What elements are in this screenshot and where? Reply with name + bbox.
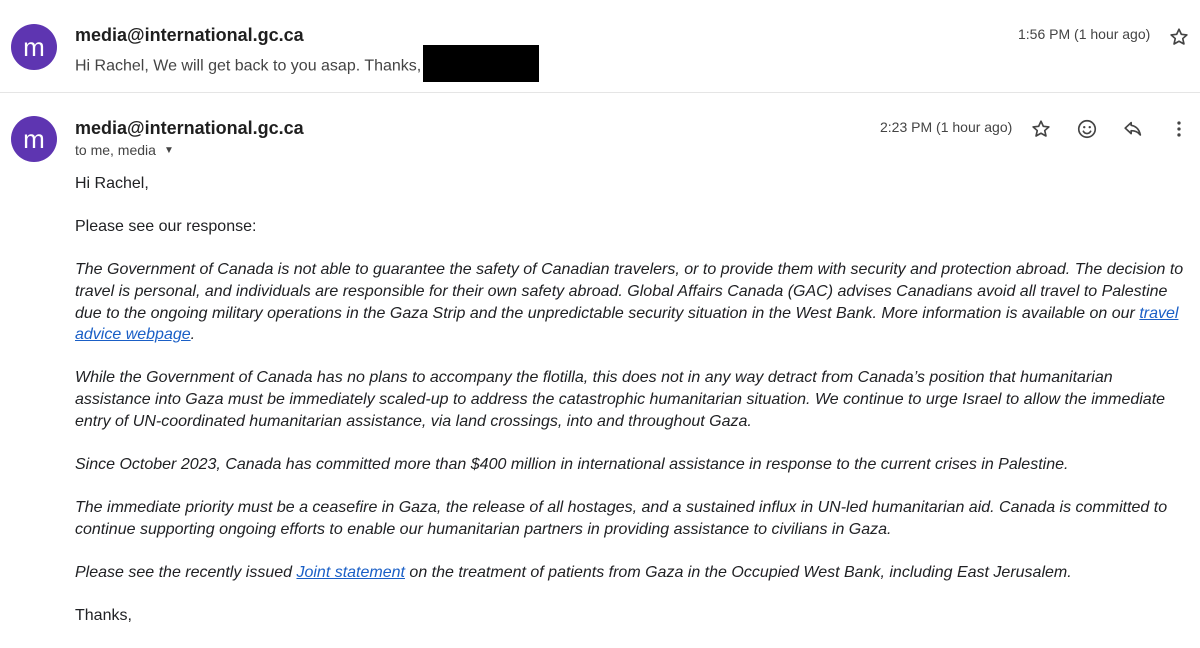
- snippet-text: Hi Rachel, We will get back to you asap.…: [75, 57, 422, 75]
- paragraph-flotilla: While the Government of Canada has no pl…: [75, 369, 1166, 430]
- avatar-letter: m: [23, 31, 45, 62]
- emoji-icon[interactable]: [1075, 117, 1099, 141]
- message-snippet[interactable]: Hi Rachel, We will get back to you asap.…: [75, 45, 540, 85]
- message-body: Hi Rachel, Please see our response: The …: [75, 173, 1190, 648]
- recipients-text: to me, media: [75, 142, 156, 158]
- signoff: Thanks,: [75, 606, 132, 624]
- recipients-line: to me, media ▼: [75, 142, 174, 158]
- paragraph-text: The Government of Canada is not able to …: [75, 261, 1184, 322]
- paragraph-end: .: [190, 326, 196, 344]
- avatar-letter: m: [23, 123, 45, 154]
- more-vert-icon[interactable]: [1167, 117, 1191, 141]
- star-outline-icon[interactable]: [1029, 117, 1053, 141]
- message-divider: [0, 92, 1200, 93]
- sender-email[interactable]: media@international.gc.ca: [75, 25, 304, 46]
- intro-line: Please see our response:: [75, 218, 257, 236]
- greeting: Hi Rachel,: [75, 175, 149, 192]
- sender-avatar[interactable]: m: [11, 116, 57, 162]
- message-time: 1:56 PM (1 hour ago): [1018, 26, 1151, 42]
- paragraph-funding: Since October 2023, Canada has committed…: [75, 455, 1069, 473]
- joint-statement-link[interactable]: Joint statement: [296, 564, 405, 581]
- sender-avatar[interactable]: m: [11, 24, 57, 70]
- paragraph-joint-statement: Please see the recently issued Joint sta…: [75, 562, 1190, 584]
- reply-icon[interactable]: [1121, 117, 1145, 141]
- message-time: 2:23 PM (1 hour ago): [880, 119, 1013, 135]
- star-outline-icon[interactable]: [1167, 25, 1191, 49]
- chevron-down-icon[interactable]: ▼: [164, 145, 174, 156]
- paragraph-end: on the treatment of patients from Gaza i…: [404, 563, 1072, 581]
- paragraph-ceasefire: The immediate priority must be a ceasefi…: [75, 498, 1168, 538]
- sender-email[interactable]: media@international.gc.ca: [75, 118, 304, 139]
- paragraph-travel-safety: The Government of Canada is not able to …: [75, 259, 1190, 345]
- paragraph-text: Please see the recently issued: [75, 563, 297, 581]
- redaction-box: [423, 45, 540, 82]
